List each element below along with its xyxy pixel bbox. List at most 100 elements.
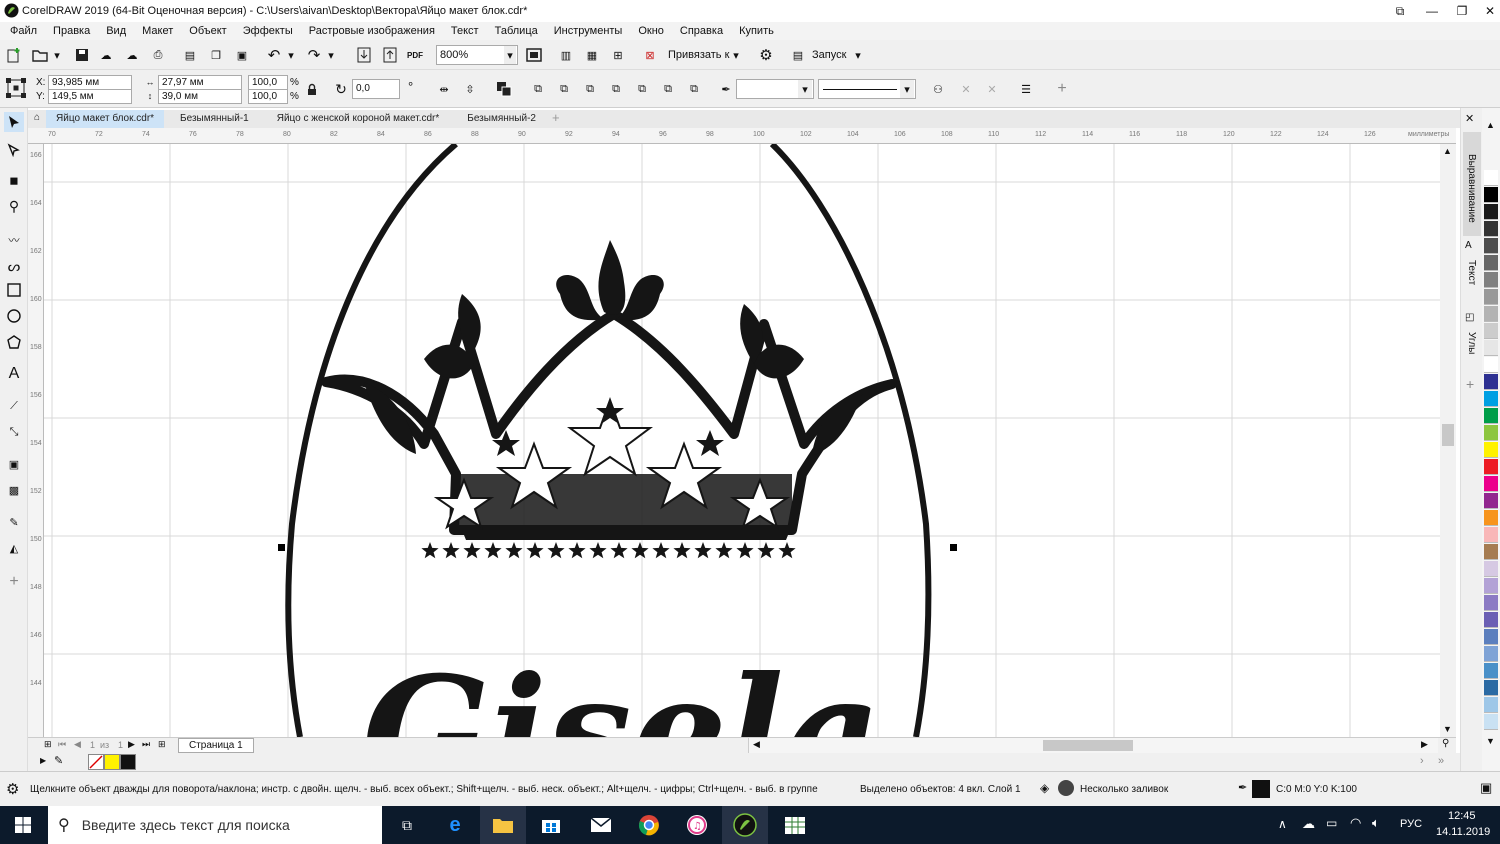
docker-tab-align[interactable]: Выравнивание xyxy=(1463,132,1481,236)
crown-artwork[interactable] xyxy=(321,240,897,540)
rectangle-tool-icon[interactable] xyxy=(4,280,24,300)
vertical-scroll-thumb[interactable] xyxy=(1442,424,1454,446)
scale-y-input[interactable]: 100,0 xyxy=(248,89,288,104)
import-icon[interactable] xyxy=(354,45,374,65)
redo-dropdown-icon[interactable]: ▾ xyxy=(326,45,336,65)
zoom-tool-icon[interactable]: ⚲ xyxy=(4,196,24,216)
close-docker-icon[interactable]: ✕ xyxy=(1465,112,1474,125)
mail-icon[interactable] xyxy=(578,806,624,844)
palette-swatch[interactable] xyxy=(1484,527,1498,543)
trim-icon[interactable]: ⧉ xyxy=(580,79,600,99)
menu-file[interactable]: Файл xyxy=(2,25,45,37)
rotation-input[interactable]: 0,0 xyxy=(352,79,400,99)
artwork[interactable]: Gisela xyxy=(44,144,1440,737)
border-star[interactable] xyxy=(589,542,607,559)
border-star[interactable] xyxy=(610,542,628,559)
taskbar-search-box[interactable]: ⚲ Введите здесь текст для поиска xyxy=(48,806,382,844)
home-icon[interactable]: ⌂ xyxy=(28,110,46,128)
add-docker-icon[interactable]: + xyxy=(1466,376,1474,392)
palette-swatch[interactable] xyxy=(1484,323,1498,339)
page-tab[interactable]: Страница 1 xyxy=(178,738,254,753)
snap-dropdown-icon[interactable]: ▾ xyxy=(730,45,742,65)
redo-icon[interactable]: ↷ xyxy=(304,45,324,65)
menu-edit[interactable]: Правка xyxy=(45,25,98,37)
border-star[interactable] xyxy=(736,542,754,559)
cloud-share-icon[interactable]: ☁ xyxy=(122,45,142,65)
horizontal-scrollbar[interactable]: ◀ ▶ xyxy=(748,738,1438,753)
palette-swatch[interactable] xyxy=(1484,391,1498,407)
freehand-tool-icon[interactable]: 〰 xyxy=(4,230,24,250)
minimize-button[interactable]: — xyxy=(1416,0,1448,22)
tab-untitled-2[interactable]: Безымянный-2 xyxy=(449,110,546,128)
border-star[interactable] xyxy=(673,542,691,559)
outline-width-dropdown-icon[interactable]: ▾ xyxy=(798,80,812,98)
outline-color-swatch[interactable] xyxy=(1252,780,1270,798)
palette-swatch[interactable] xyxy=(1484,170,1498,186)
drawing-canvas[interactable]: Gisela xyxy=(44,144,1440,737)
add-tool-icon[interactable]: + xyxy=(4,572,24,592)
back-minus-front-icon[interactable]: ⧉ xyxy=(684,79,704,99)
line-style-dropdown-icon[interactable]: ▾ xyxy=(900,80,914,98)
palette-swatch[interactable] xyxy=(1484,340,1498,356)
intersect-icon[interactable]: ⧉ xyxy=(606,79,626,99)
height-input[interactable]: 39,0 мм xyxy=(158,89,242,104)
menu-layout[interactable]: Макет xyxy=(134,25,181,37)
palette-scroll-down-icon[interactable]: ▼ xyxy=(1486,736,1495,746)
add-icon[interactable]: + xyxy=(1052,79,1072,99)
scroll-right-icon[interactable]: ▶ xyxy=(1421,739,1428,750)
palette-swatch[interactable] xyxy=(1484,238,1498,254)
weld-icon[interactable]: ⧉ xyxy=(554,79,574,99)
object-origin-icon[interactable] xyxy=(4,76,28,100)
selection-handle-left[interactable] xyxy=(278,544,285,551)
microsoft-store-icon[interactable] xyxy=(528,806,574,844)
front-minus-back-icon[interactable]: ⧉ xyxy=(658,79,678,99)
palette-swatch[interactable] xyxy=(1484,510,1498,526)
palette-swatch[interactable] xyxy=(1484,221,1498,237)
edit-fill-icon[interactable]: ▣ xyxy=(1480,780,1492,796)
palette-next-icon[interactable]: › xyxy=(1420,755,1424,767)
docker-tab-corners[interactable]: Углы xyxy=(1466,332,1477,354)
artistic-media-icon[interactable]: ᔕ xyxy=(4,256,24,276)
lock-ratio-icon[interactable] xyxy=(304,79,320,99)
launch-icon[interactable]: ▤ xyxy=(788,45,808,65)
launch-button[interactable]: Запуск xyxy=(812,49,846,61)
border-star[interactable] xyxy=(484,542,502,559)
scroll-left-icon[interactable]: ◀ xyxy=(753,739,760,750)
palette-swatch[interactable] xyxy=(1484,646,1498,662)
border-star[interactable] xyxy=(547,542,565,559)
mirror-horizontal-icon[interactable]: ⇹ xyxy=(434,79,454,99)
clock-date[interactable]: 14.11.2019 xyxy=(1436,826,1490,838)
outline-pen-status-icon[interactable]: ✒ xyxy=(1238,781,1247,794)
parallel-dimension-icon[interactable]: ⟋ xyxy=(4,396,24,416)
scroll-down-icon[interactable]: ▼ xyxy=(1443,724,1452,734)
copy-icon[interactable]: ❐ xyxy=(206,45,226,65)
align-distribute-icon[interactable]: ☰ xyxy=(1016,79,1036,99)
palette-expand-icon[interactable]: » xyxy=(1438,755,1444,767)
disconnect-icon[interactable]: ✕ xyxy=(982,79,1002,99)
undo-dropdown-icon[interactable]: ▾ xyxy=(286,45,296,65)
wifi-icon[interactable]: ◠ xyxy=(1350,815,1361,831)
docker-tab-text[interactable]: Текст xyxy=(1466,260,1477,285)
x-position-input[interactable]: 93,985 мм xyxy=(48,75,132,90)
tab-egg-crown-layout[interactable]: Яйцо с женской короной макет.cdr* xyxy=(259,110,450,128)
text-tool-icon[interactable]: A xyxy=(4,364,24,384)
menu-bitmaps[interactable]: Растровые изображения xyxy=(301,25,443,37)
border-star[interactable] xyxy=(652,542,670,559)
vertical-scrollbar[interactable]: ▲ ▼ xyxy=(1440,144,1456,737)
black-swatch[interactable] xyxy=(120,754,136,770)
transparency-icon[interactable]: ▩ xyxy=(4,480,24,500)
spreadsheet-app-icon[interactable] xyxy=(772,806,818,844)
save-icon[interactable] xyxy=(72,45,92,65)
scroll-up-icon[interactable]: ▲ xyxy=(1443,146,1452,156)
border-star[interactable] xyxy=(442,542,460,559)
tab-untitled-1[interactable]: Безымянный-1 xyxy=(164,110,259,128)
fill-indicator-icon[interactable]: ◈ xyxy=(1040,781,1049,795)
yellow-swatch[interactable] xyxy=(104,754,120,770)
show-rulers-icon[interactable]: ▥ xyxy=(556,45,576,65)
shape-tool-icon[interactable] xyxy=(4,140,24,160)
print-icon[interactable]: ⎙ xyxy=(148,45,168,65)
battery-icon[interactable]: ▭ xyxy=(1326,816,1337,830)
palette-swatch[interactable] xyxy=(1484,493,1498,509)
palette-swatch[interactable] xyxy=(1484,187,1498,203)
menu-view[interactable]: Вид xyxy=(98,25,134,37)
